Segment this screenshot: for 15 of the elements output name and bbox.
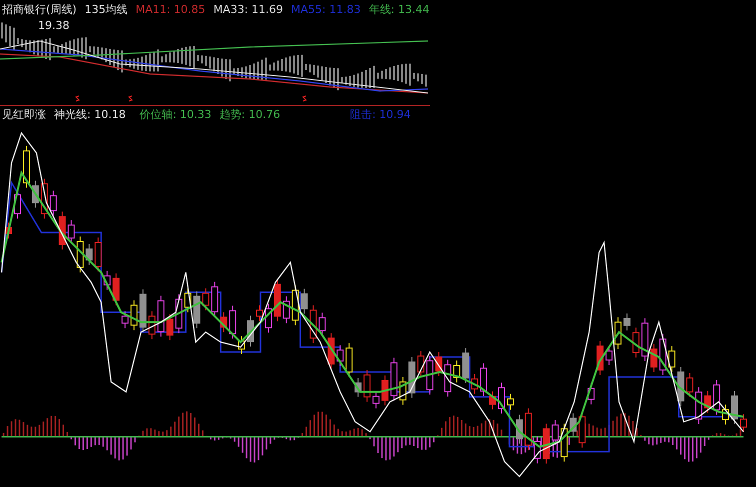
indicator-value: 阻击: 10.94 bbox=[350, 107, 411, 122]
indicator-value: 神光线: 10.18 bbox=[54, 107, 126, 122]
signal-mark-icon bbox=[75, 95, 80, 102]
indicator-value: 价位轴: 10.33 bbox=[140, 107, 212, 122]
indicator-value: MA33: 11.69 bbox=[213, 3, 284, 16]
indicator-value: 见红即涨 bbox=[2, 107, 46, 122]
indicator-value: MA55: 11.83 bbox=[291, 3, 361, 16]
indicator-value: 趋势: 10.76 bbox=[219, 107, 280, 122]
indicator-value: 年线: 13.44 bbox=[368, 2, 430, 17]
indicator-value: MA11: 10.85 bbox=[136, 3, 206, 16]
signal-mark-icon bbox=[128, 95, 133, 102]
signal-mark-icon bbox=[302, 95, 307, 102]
period-label: 135均线 bbox=[84, 2, 128, 17]
price-high-label: 19.38 bbox=[38, 19, 70, 32]
stock-title: 招商银行(周线) bbox=[2, 2, 77, 17]
